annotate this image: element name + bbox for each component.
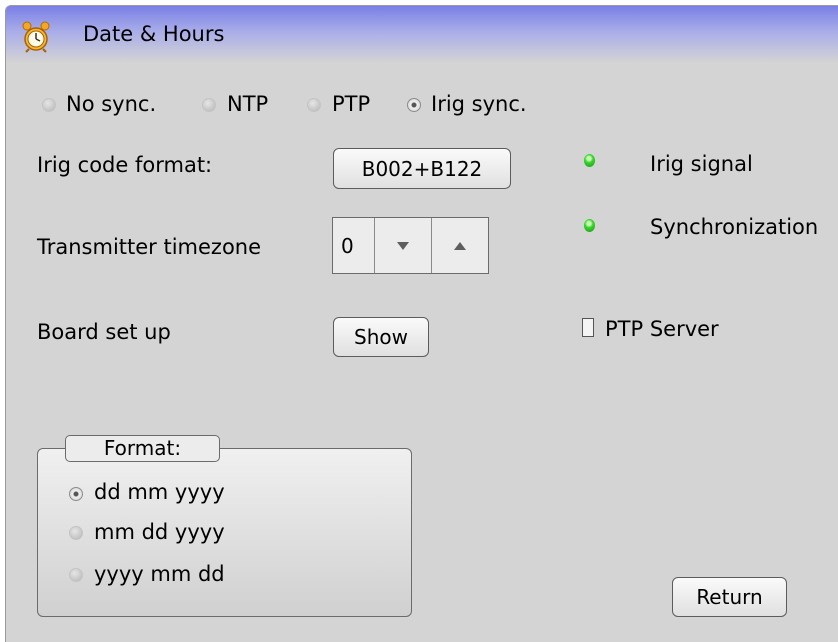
irig-code-format-button[interactable]: B002+B122 [333, 148, 511, 189]
show-button[interactable]: Show [333, 317, 429, 357]
timezone-value[interactable]: 0 [333, 218, 375, 273]
no-sync-radio[interactable] [42, 98, 56, 112]
format-group-title: Format: [65, 435, 220, 462]
irig-code-format-label: Irig code format: [37, 153, 213, 177]
ptp-server-label[interactable]: PTP Server [605, 317, 719, 341]
ntp-radio[interactable] [202, 98, 216, 112]
no-sync-label[interactable]: No sync. [66, 92, 156, 116]
return-button[interactable]: Return [672, 577, 787, 617]
transmitter-timezone-label: Transmitter timezone [37, 235, 262, 259]
irig-sync-radio[interactable] [407, 98, 421, 112]
arrow-down-icon [397, 241, 409, 250]
arrow-up-icon [454, 241, 466, 250]
format-yyyy-mm-dd-radio[interactable] [69, 568, 83, 582]
synchronization-label: Synchronization [650, 215, 819, 239]
timezone-spinbox[interactable]: 0 [332, 217, 489, 274]
date-hours-window: Date & Hours No sync. NTP PTP Irig sync.… [5, 5, 838, 642]
synchronization-led-icon [584, 219, 595, 232]
format-mm-dd-yyyy-radio[interactable] [69, 526, 83, 540]
ptp-label[interactable]: PTP [332, 92, 370, 116]
ntp-label[interactable]: NTP [227, 92, 268, 116]
ptp-server-checkbox[interactable] [582, 318, 594, 337]
ptp-radio[interactable] [307, 98, 321, 112]
format-dd-mm-yyyy-radio[interactable] [69, 487, 83, 501]
format-dd-mm-yyyy-label[interactable]: dd mm yyyy [94, 480, 225, 504]
irig-signal-label: Irig signal [650, 152, 753, 176]
timezone-decrement-button[interactable] [375, 218, 432, 273]
title-bar: Date & Hours [6, 6, 838, 63]
irig-signal-led-icon [584, 154, 595, 167]
alarm-clock-icon [22, 21, 50, 53]
format-mm-dd-yyyy-label[interactable]: mm dd yyyy [94, 520, 225, 544]
board-setup-label: Board set up [37, 320, 171, 344]
irig-sync-label[interactable]: Irig sync. [431, 92, 527, 116]
window-title: Date & Hours [83, 22, 225, 46]
format-yyyy-mm-dd-label[interactable]: yyyy mm dd [94, 562, 225, 586]
timezone-increment-button[interactable] [432, 218, 488, 273]
